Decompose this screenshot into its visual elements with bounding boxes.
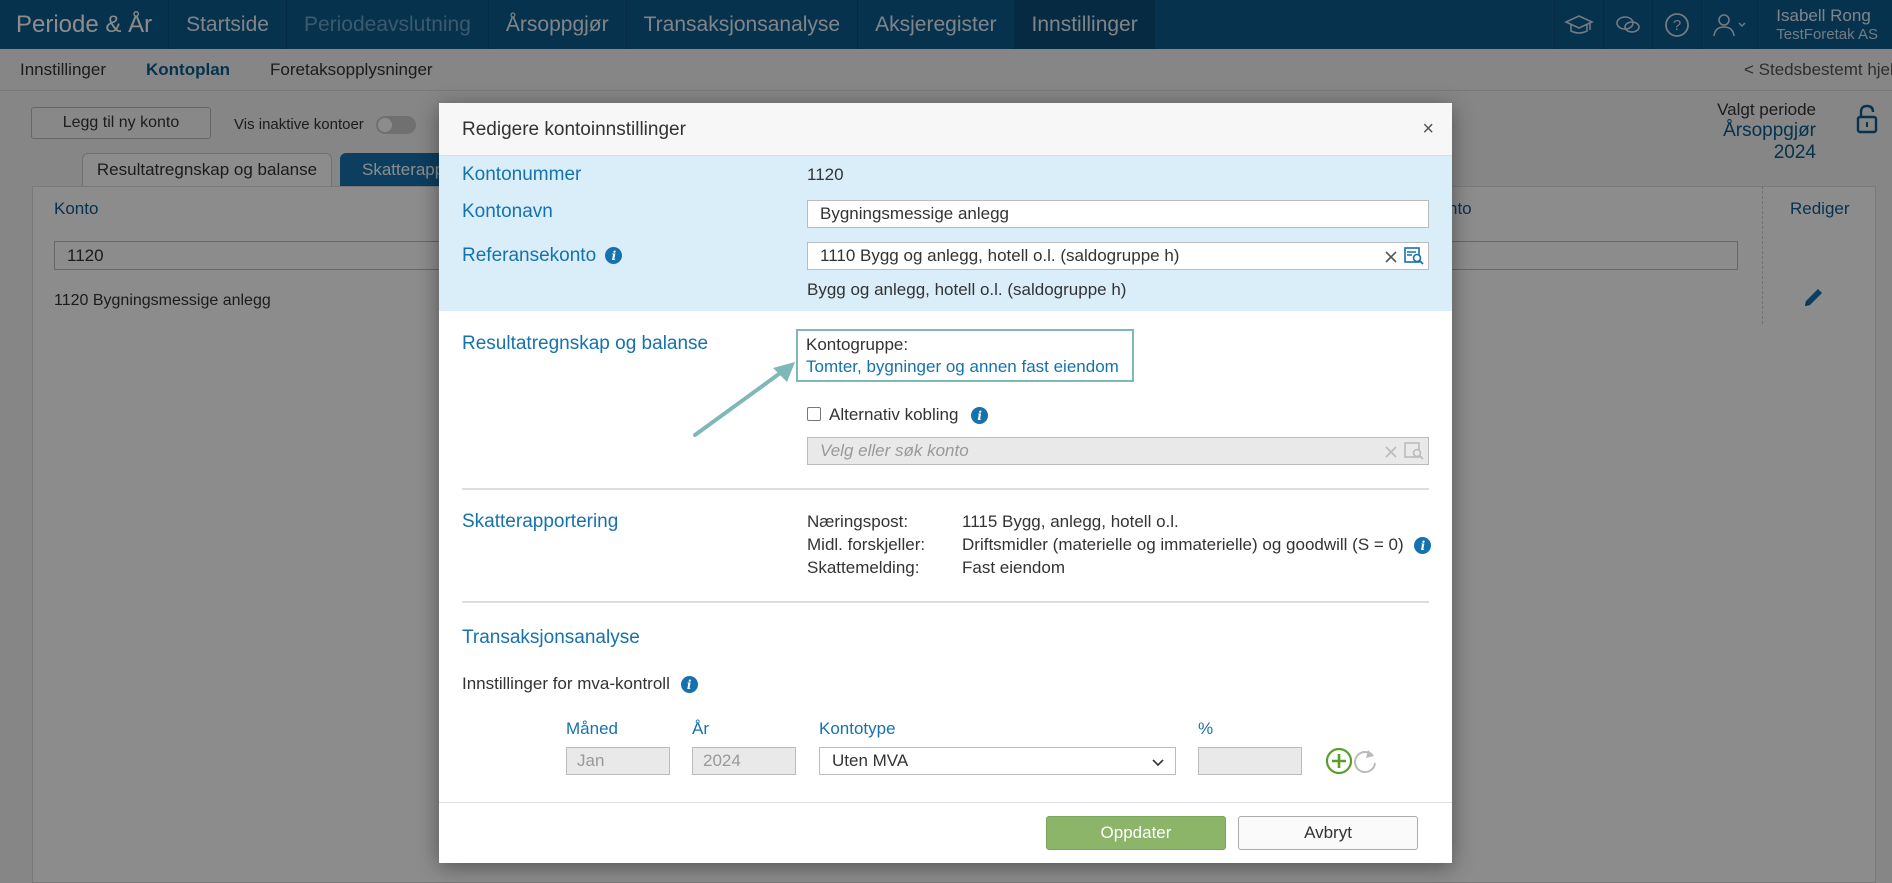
alternativ-kobling-checkbox[interactable] <box>807 407 821 421</box>
kontonavn-label: Kontonavn <box>462 201 553 222</box>
year-input: 2024 <box>692 747 796 775</box>
edit-account-dialog: Redigere kontoinnstillinger × Kontonumme… <box>439 103 1452 863</box>
kontonavn-input[interactable]: Bygningsmessige anlegg <box>807 200 1429 228</box>
alternativ-kobling-actions <box>1384 442 1424 465</box>
clear-icon[interactable] <box>1384 249 1398 269</box>
kontonummer-value: 1120 <box>807 165 844 184</box>
naeringspost-value: 1115 Bygg, anlegg, hotell o.l. <box>962 512 1179 531</box>
search-list-icon[interactable] <box>1404 247 1424 270</box>
cancel-button[interactable]: Avbryt <box>1238 816 1418 850</box>
kontogruppe-label: Kontogruppe: <box>806 335 909 354</box>
info-icon[interactable]: i <box>605 247 623 265</box>
kontogruppe-value[interactable]: Tomter, bygninger og annen fast eiendom <box>806 356 1124 378</box>
info-icon[interactable]: i <box>971 407 989 425</box>
alternativ-kobling-placeholder: Velg eller søk konto <box>820 441 969 460</box>
naeringspost-key: Næringspost: <box>807 512 909 531</box>
info-icon[interactable]: i <box>1414 537 1432 555</box>
resultatregnskap-section-label: Resultatregnskap og balanse <box>462 333 709 354</box>
midl-forskjeller-key: Midl. forskjeller: <box>807 535 926 554</box>
refresh-icon[interactable] <box>1351 747 1379 780</box>
referansekonto-input-actions <box>1384 247 1424 270</box>
clear-icon <box>1384 444 1398 464</box>
chevron-down-icon <box>1151 754 1165 774</box>
referansekonto-input[interactable]: 1110 Bygg og anlegg, hotell o.l. (saldog… <box>807 242 1429 270</box>
add-row-icon[interactable] <box>1325 747 1353 780</box>
skatterapportering-section-label: Skatterapportering <box>462 511 619 532</box>
month-input: Jan <box>566 747 670 775</box>
referansekonto-description: Bygg og anlegg, hotell o.l. (saldogruppe… <box>807 280 1127 299</box>
update-button[interactable]: Oppdater <box>1046 816 1226 850</box>
column-header-maned: Måned <box>566 719 618 738</box>
alternativ-kobling-input: Velg eller søk konto <box>807 437 1429 465</box>
dialog-title: Redigere kontoinnstillinger <box>462 119 686 140</box>
referansekonto-value: 1110 Bygg og anlegg, hotell o.l. (saldog… <box>820 246 1180 265</box>
skattemelding-key: Skattemelding: <box>807 558 920 577</box>
percent-input <box>1198 747 1302 775</box>
kontogruppe-callout: Kontogruppe: Tomter, bygninger og annen … <box>796 329 1134 382</box>
alternativ-kobling-text: Alternativ kobling <box>829 405 959 424</box>
column-header-kontotype: Kontotype <box>819 719 896 738</box>
skattemelding-value: Fast eiendom <box>962 558 1065 577</box>
kontonummer-label: Kontonummer <box>462 164 582 185</box>
referansekonto-label: Referansekonto i <box>462 245 623 267</box>
search-list-icon <box>1404 442 1424 465</box>
section-divider <box>462 601 1429 603</box>
annotation-arrow-icon <box>693 362 795 437</box>
mva-settings-label: Innstillinger for mva-kontroll i <box>462 674 698 694</box>
mva-settings-text: Innstillinger for mva-kontroll <box>462 674 670 693</box>
alternativ-kobling-label: Alternativ kobling i <box>829 405 989 425</box>
kontotype-value: Uten MVA <box>832 751 909 770</box>
kontotype-select[interactable]: Uten MVA <box>819 747 1176 775</box>
column-header-ar: År <box>692 719 709 738</box>
column-header-percent: % <box>1198 719 1214 738</box>
referansekonto-label-text: Referansekonto <box>462 245 597 266</box>
info-icon[interactable]: i <box>680 676 698 694</box>
dialog-header: Redigere kontoinnstillinger × <box>439 103 1452 156</box>
section-divider <box>462 488 1429 490</box>
transaksjonsanalyse-section-label: Transaksjonsanalyse <box>462 627 640 648</box>
midl-forskjeller-value: Driftsmidler (materielle og immaterielle… <box>962 535 1432 555</box>
close-icon[interactable]: × <box>1422 119 1434 139</box>
midl-forskjeller-text: Driftsmidler (materielle og immaterielle… <box>962 535 1404 554</box>
